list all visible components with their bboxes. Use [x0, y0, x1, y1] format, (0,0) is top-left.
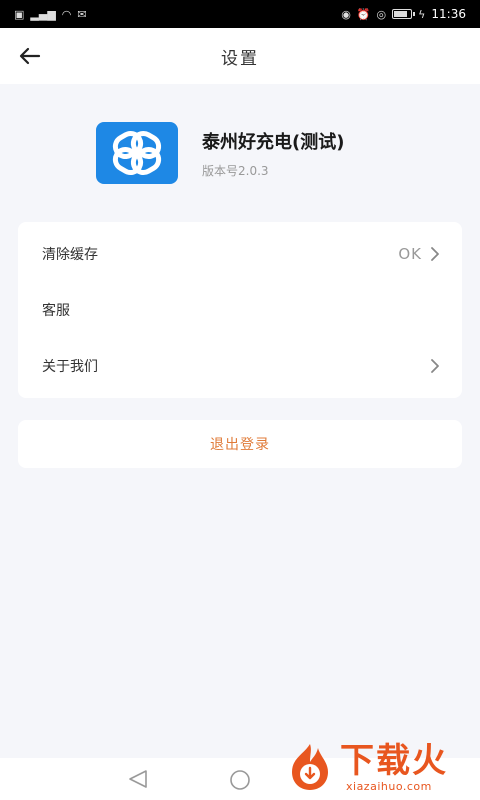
notification-icon: ✉: [77, 7, 87, 21]
app-header: 设置: [0, 28, 480, 84]
clear-cache-right: OK: [398, 245, 440, 263]
nav-back-triangle-icon[interactable]: [126, 768, 150, 790]
app-info: 泰州好充电(测试) 版本号2.0.3: [96, 122, 344, 184]
cellular-signal-icon: ▂▄▆: [30, 7, 56, 21]
status-bar: ▣ ▂▄▆ ◠ ✉ ◉ ⏰ ◎ ϟ 11:36: [0, 0, 480, 28]
watermark-url: xiazaihuo.com: [346, 780, 432, 793]
charging-icon: ϟ: [418, 7, 426, 21]
location-icon: ◎: [376, 7, 387, 21]
clear-cache-label: 清除缓存: [42, 247, 98, 263]
status-time: 11:36: [431, 7, 466, 21]
alarm-icon: ⏰: [356, 7, 371, 21]
status-right: ◉ ⏰ ◎ ϟ 11:36: [341, 7, 466, 21]
about-us-row[interactable]: 关于我们: [18, 338, 462, 394]
status-left: ▣ ▂▄▆ ◠ ✉: [14, 9, 87, 20]
cache-size-value: OK: [398, 245, 422, 263]
settings-card: 清除缓存 OK 客服 关于我们: [18, 222, 462, 398]
about-us-right: [430, 359, 440, 373]
wifi-icon: ◠: [61, 7, 72, 21]
about-us-label: 关于我们: [42, 359, 98, 375]
arrow-left-icon: [19, 47, 41, 65]
eye-icon: ◉: [341, 7, 351, 21]
settings-screen: ▣ ▂▄▆ ◠ ✉ ◉ ⏰ ◎ ϟ 11:36 设置 泰州好充电(测试) 版本号…: [0, 0, 480, 800]
linked-loops-icon: [112, 131, 162, 175]
battery-icon: [392, 9, 416, 19]
customer-service-row[interactable]: 客服: [18, 282, 462, 338]
logout-label: 退出登录: [210, 437, 270, 453]
watermark: 下载火 xiazaihuo.com: [282, 740, 478, 798]
app-logo: [96, 122, 178, 184]
chevron-right-icon: [431, 247, 439, 261]
logout-button[interactable]: 退出登录: [18, 420, 462, 468]
customer-service-label: 客服: [42, 303, 70, 319]
app-version: 版本号2.0.3: [202, 163, 269, 178]
app-name: 泰州好充电(测试): [202, 131, 345, 153]
flame-logo-icon: [292, 744, 328, 790]
back-button[interactable]: [14, 40, 46, 72]
hd-icon: ▣: [14, 7, 25, 21]
clear-cache-row[interactable]: 清除缓存 OK: [18, 226, 462, 282]
chevron-right-icon: [431, 359, 439, 373]
page-title: 设置: [221, 48, 259, 69]
app-text: 泰州好充电(测试) 版本号2.0.3: [202, 128, 344, 179]
nav-home-circle-icon[interactable]: [229, 769, 251, 791]
watermark-text: 下载火: [340, 741, 448, 781]
